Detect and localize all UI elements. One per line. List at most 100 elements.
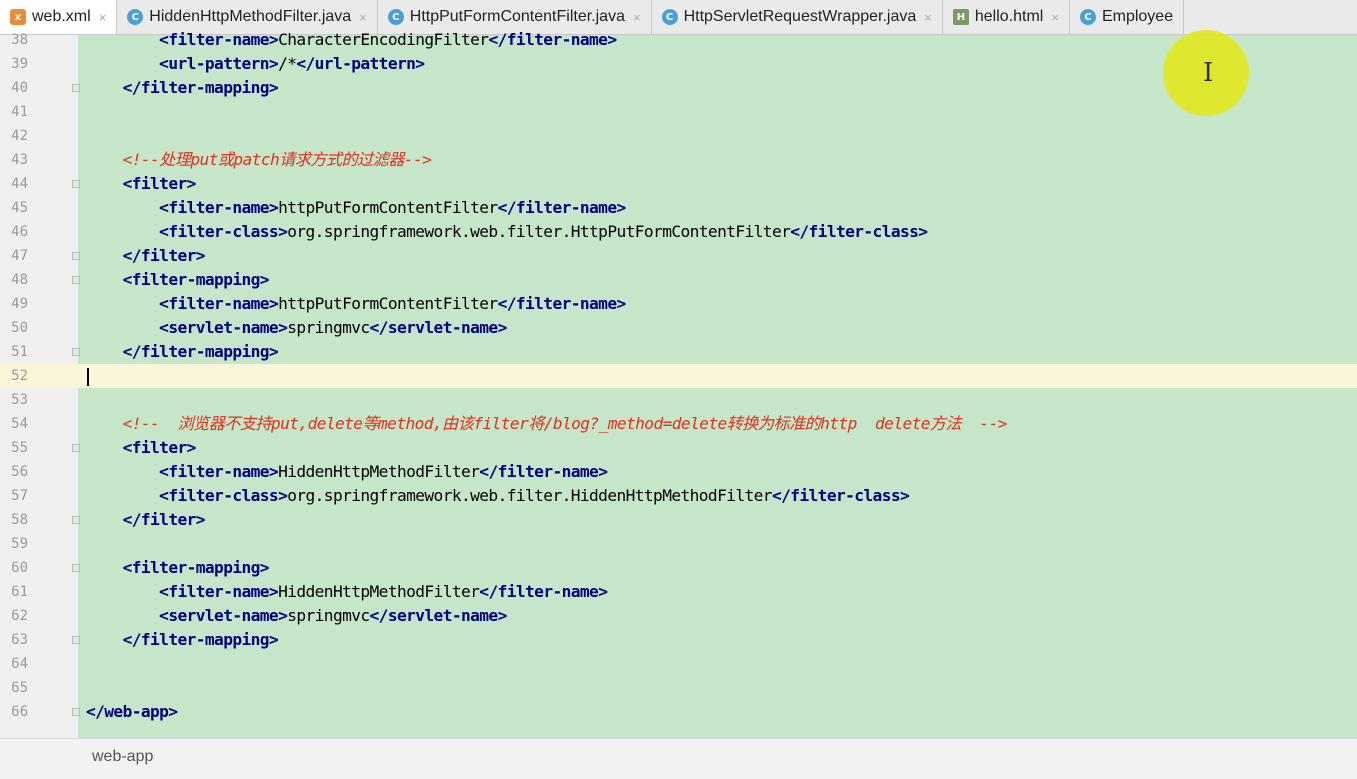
code-line[interactable]: 39 <url-pattern>/*</url-pattern> [0, 52, 1357, 76]
xml-text: httpPutFormContentFilter [278, 198, 498, 217]
xml-tag: <filter> [122, 438, 197, 457]
code-line[interactable]: 51 </filter-mapping> [0, 340, 1357, 364]
line-number: 54 [11, 416, 28, 432]
line-number: 48 [11, 272, 28, 288]
code-editor[interactable]: 38 <filter-name>CharacterEncodingFilter<… [0, 30, 1357, 738]
fold-marker-icon[interactable] [72, 348, 80, 356]
xml-tag: <filter-mapping> [122, 558, 270, 577]
code-line[interactable]: 64 [0, 652, 1357, 676]
code-line[interactable]: 48 <filter-mapping> [0, 268, 1357, 292]
code-line[interactable]: 63 </filter-mapping> [0, 628, 1357, 652]
fold-marker-icon[interactable] [72, 708, 80, 716]
line-number: 55 [11, 440, 28, 456]
code-line[interactable]: 41 [0, 100, 1357, 124]
line-number: 43 [11, 152, 28, 168]
xml-tag: <filter-name> [159, 582, 279, 601]
code-line[interactable]: 55 <filter> [0, 436, 1357, 460]
xml-tag: </filter-mapping> [122, 78, 279, 97]
xml-tag: <filter-class> [159, 222, 288, 241]
tab-label: hello.html [974, 8, 1044, 25]
xml-tag: </filter-name> [479, 582, 608, 601]
xml-tag: </filter-name> [488, 30, 617, 49]
fold-marker-icon[interactable] [72, 252, 80, 260]
line-number: 49 [11, 296, 28, 312]
code-line[interactable]: 52 [0, 364, 1357, 388]
code-text: <filter-mapping> [86, 268, 270, 292]
line-number: 45 [11, 200, 28, 216]
close-icon[interactable]: × [359, 10, 367, 25]
fold-marker-icon[interactable] [72, 276, 80, 284]
code-text: <!--处理put或patch请求方式的过滤器--> [86, 148, 432, 172]
code-line[interactable]: 50 <servlet-name>springmvc</servlet-name… [0, 316, 1357, 340]
fold-marker-icon[interactable] [72, 564, 80, 572]
code-line[interactable]: 60 <filter-mapping> [0, 556, 1357, 580]
xml-tag: </filter-class> [790, 222, 928, 241]
code-text: <url-pattern>/*</url-pattern> [86, 52, 425, 76]
line-number: 58 [11, 512, 28, 528]
code-line[interactable]: 42 [0, 124, 1357, 148]
close-icon[interactable]: × [99, 10, 107, 25]
tab-label: HiddenHttpMethodFilter.java [149, 8, 352, 25]
close-icon[interactable]: × [633, 10, 641, 25]
code-line[interactable]: 65 [0, 676, 1357, 700]
xml-text: springmvc [287, 318, 370, 337]
xml-text: org.springframework.web.filter.HiddenHtt… [287, 486, 772, 505]
code-line[interactable]: 45 <filter-name>httpPutFormContentFilter… [0, 196, 1357, 220]
xml-tag: </filter-name> [497, 294, 627, 313]
breadcrumb-web-app[interactable]: web-app [92, 748, 153, 766]
java-class-icon: C [661, 9, 678, 25]
code-line[interactable]: 62 <servlet-name>springmvc</servlet-name… [0, 604, 1357, 628]
line-number: 61 [11, 584, 28, 600]
code-line[interactable]: 49 <filter-name>httpPutFormContentFilter… [0, 292, 1357, 316]
line-number: 53 [11, 392, 28, 408]
close-icon[interactable]: × [924, 10, 932, 25]
xml-text: org.springframework.web.filter.HttpPutFo… [287, 222, 791, 241]
code-line[interactable]: 61 <filter-name>HiddenHttpMethodFilter</… [0, 580, 1357, 604]
xml-tag: <url-pattern> [159, 54, 279, 73]
xml-tag: </servlet-name> [369, 318, 508, 337]
xml-tag: <filter-name> [159, 294, 279, 313]
fold-marker-icon[interactable] [72, 636, 80, 644]
line-number: 41 [11, 104, 28, 120]
tab-label: web.xml [32, 8, 91, 25]
fold-marker-icon[interactable] [72, 84, 80, 92]
code-line[interactable]: 40 </filter-mapping> [0, 76, 1357, 100]
fold-marker-icon[interactable] [72, 516, 80, 524]
code-text: <!-- 浏览器不支持put,delete等method,由该filter将/b… [86, 412, 1008, 436]
fold-marker-icon[interactable] [72, 444, 80, 452]
code-line[interactable]: 44 <filter> [0, 172, 1357, 196]
code-line[interactable]: 66 </web-app> [0, 700, 1357, 724]
xml-tag: <filter-class> [159, 486, 288, 505]
close-icon[interactable]: × [1051, 10, 1059, 25]
code-line[interactable]: 56 <filter-name>HiddenHttpMethodFilter</… [0, 460, 1357, 484]
code-text: </filter> [86, 508, 206, 532]
line-number: 46 [11, 224, 28, 240]
code-text: <servlet-name>springmvc</servlet-name> [86, 316, 507, 340]
xml-text: CharacterEncodingFilter [278, 30, 489, 49]
line-number: 47 [11, 248, 28, 264]
code-line[interactable]: 38 <filter-name>CharacterEncodingFilter<… [0, 28, 1357, 52]
code-line[interactable]: 47 </filter> [0, 244, 1357, 268]
code-line[interactable]: 46 <filter-class>org.springframework.web… [0, 220, 1357, 244]
code-line[interactable]: 58 </filter> [0, 508, 1357, 532]
xml-tag: </filter> [122, 246, 206, 265]
code-line[interactable]: 57 <filter-class>org.springframework.web… [0, 484, 1357, 508]
code-text: <filter-mapping> [86, 556, 270, 580]
xml-tag: </filter-name> [497, 198, 627, 217]
xml-tag: <servlet-name> [159, 606, 288, 625]
fold-marker-icon[interactable] [72, 180, 80, 188]
html-file-icon: H [952, 9, 969, 25]
code-text: </filter-mapping> [86, 340, 279, 364]
code-line[interactable]: 54 <!-- 浏览器不支持put,delete等method,由该filter… [0, 412, 1357, 436]
code-line[interactable]: 59 [0, 532, 1357, 556]
code-line[interactable]: 53 [0, 388, 1357, 412]
line-number: 56 [11, 464, 28, 480]
line-number: 52 [11, 368, 28, 384]
code-line[interactable]: 43 <!--处理put或patch请求方式的过滤器--> [0, 148, 1357, 172]
line-number: 38 [11, 32, 28, 48]
xml-text: httpPutFormContentFilter [278, 294, 498, 313]
breadcrumb-bar: web-app [0, 738, 1357, 779]
code-text: <filter> [86, 172, 197, 196]
code-text: <filter> [86, 436, 197, 460]
java-class-icon: C [387, 9, 404, 25]
